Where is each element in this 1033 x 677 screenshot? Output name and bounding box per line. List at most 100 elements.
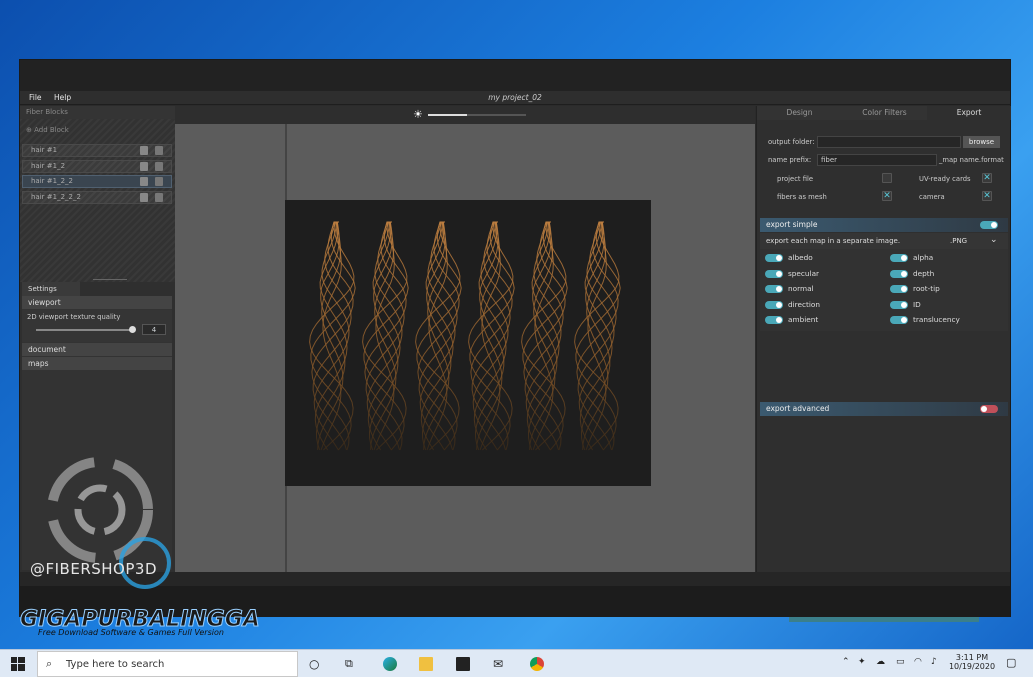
map-toggle[interactable] [890,300,908,309]
fibers-mesh-checkbox[interactable]: ✕ [882,191,892,201]
hair-strand [521,221,567,451]
browse-button[interactable]: browse [963,136,1000,148]
trash-icon[interactable] [155,192,163,202]
slider-handle[interactable] [129,326,136,333]
map-toggle[interactable] [890,254,908,262]
file-explorer-icon[interactable] [419,657,433,671]
tab-design[interactable]: Design [757,106,842,120]
right-panel: Design Color Filters Export output folde… [756,106,1011,622]
viewport-toolbar: ☀ [175,106,755,124]
project-file-checkbox[interactable] [882,173,892,183]
resize-handle[interactable] [93,279,127,280]
each-map-label: export each map in a separate image. [766,237,901,245]
section-viewport[interactable]: viewport [22,296,172,309]
battery-icon[interactable]: ▭ [896,657,905,667]
map-label: root-tip [913,284,940,293]
export-advanced-header[interactable]: export advanced [760,402,1008,416]
hair-strand [576,221,619,451]
chevron-up-icon[interactable]: ⌃ [842,657,850,667]
cloud-icon[interactable]: ☁ [876,657,885,667]
chevron-down-icon[interactable]: ⌄ [990,235,998,245]
hair-strands-render [309,221,621,451]
map-toggle[interactable] [765,300,783,309]
block-item[interactable]: hair #1_2 [22,159,172,173]
title-bar [20,60,1010,91]
export-simple-toggle[interactable] [980,221,998,229]
each-map-row: export each map in a separate image. .PN… [760,233,1008,249]
mail-icon[interactable]: ✉ [493,657,507,671]
duplicate-icon[interactable] [140,192,148,202]
export-advanced-label: export advanced [766,404,830,413]
name-prefix-input[interactable]: fiber [817,154,937,166]
notification-icon[interactable]: ▢ [1006,656,1016,669]
map-name-format-label: _map name.format [939,156,1004,164]
hair-strand [362,221,408,451]
map-toggle[interactable] [765,285,783,293]
hair-strand [574,221,620,451]
hair-strand [364,221,407,451]
tab-export[interactable]: Export [927,106,1011,120]
viewport[interactable] [175,124,755,572]
chrome-icon[interactable] [530,657,544,671]
map-label: normal [788,284,814,293]
fibers-mesh-label: fibers as mesh [777,193,827,201]
duplicate-icon[interactable] [140,177,148,186]
camera-label: camera [919,193,945,201]
tab-color-filters[interactable]: Color Filters [842,106,927,120]
section-document[interactable]: document [22,343,172,356]
menu-bar: File Help my project_02 [20,91,1010,105]
camera-checkbox[interactable]: ✕ [982,191,992,201]
viewport-settings: 2D viewport texture quality 4 [22,310,172,342]
dropbox-icon[interactable]: ✦ [858,657,866,667]
format-select[interactable]: .PNG [950,237,967,245]
trash-icon[interactable] [155,177,163,186]
output-folder-input[interactable] [817,136,961,148]
block-item[interactable]: hair #1_2_2_2 [22,190,172,204]
texture-quality-value[interactable]: 4 [142,324,166,335]
hair-strand [470,221,513,451]
map-toggle[interactable] [890,285,908,293]
map-toggle[interactable] [890,269,908,278]
brightness-slider[interactable] [428,114,526,116]
trash-icon[interactable] [155,161,163,171]
edge-icon[interactable] [383,657,397,671]
clock[interactable]: 3:11 PM 10/19/2020 [947,653,997,671]
map-toggle[interactable] [765,254,783,262]
tab-settings[interactable]: Settings [22,282,80,296]
map-toggle[interactable] [890,316,908,324]
hair-strand [468,221,514,451]
section-maps[interactable]: maps [22,357,172,370]
map-toggle[interactable] [765,316,783,324]
plus-icon: ⊕ [26,126,35,134]
volume-icon[interactable]: ♪ [931,657,937,667]
taskbar-search[interactable]: ⌕ Type here to search [37,651,298,677]
project-title: my project_02 [488,93,542,102]
map-list: albedo alpha specular depth normal root-tip di… [760,249,1008,331]
search-placeholder: Type here to search [66,659,165,670]
taskbar: ⌕ Type here to search ○ ⧉ ✉ ⌃ ✦ ☁ ▭ ◠ ♪ … [0,649,1033,677]
project-file-label: project file [777,175,814,183]
render-canvas [285,200,651,486]
clock-time: 3:11 PM [955,653,989,662]
map-toggle[interactable] [765,269,783,278]
uv-ready-checkbox[interactable]: ✕ [982,173,992,183]
cortana-icon[interactable]: ○ [309,657,323,671]
export-simple-header[interactable]: export simple [760,218,1008,232]
windows-start-icon[interactable] [11,657,25,671]
texture-quality-slider[interactable] [36,329,132,331]
block-item-selected[interactable]: hair #1_2_2 [22,175,172,188]
add-block-button[interactable]: ⊕ Add Block [26,126,69,134]
store-icon[interactable] [456,657,470,671]
trash-icon[interactable] [155,146,163,155]
map-label: direction [788,299,820,309]
block-item[interactable]: hair #1 [22,144,172,157]
output-folder-label: output folder: [768,138,815,146]
wifi-icon[interactable]: ◠ [914,657,922,667]
name-prefix-label: name prefix: [768,156,812,164]
duplicate-icon[interactable] [140,161,148,171]
duplicate-icon[interactable] [140,146,148,155]
task-view-icon[interactable]: ⧉ [345,657,359,671]
add-block-label: Add Block [34,126,69,134]
block-label: hair #1_2 [31,161,66,170]
export-advanced-toggle[interactable] [980,405,998,413]
